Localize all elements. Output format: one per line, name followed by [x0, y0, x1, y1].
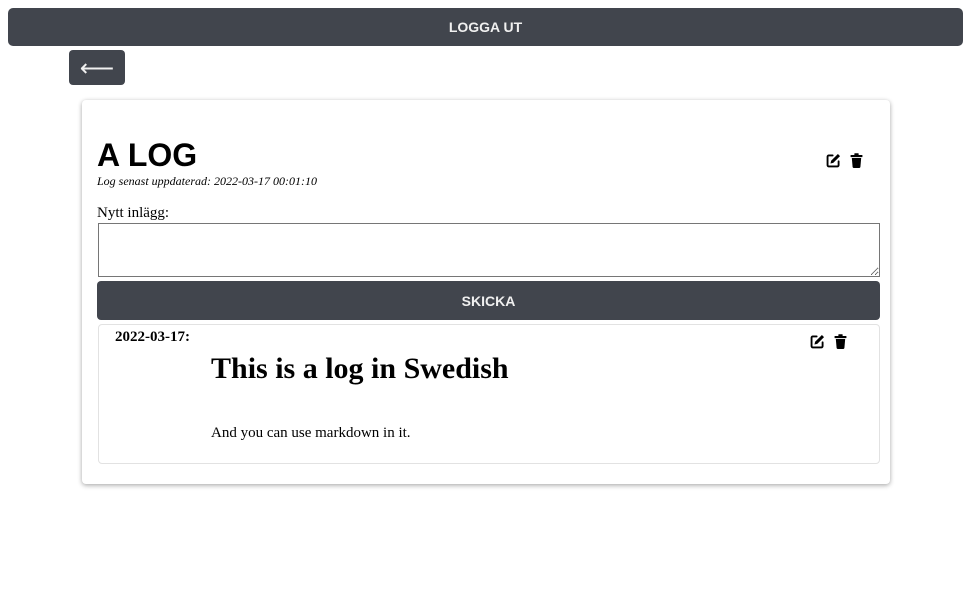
edit-entry-button[interactable] [808, 332, 826, 350]
entry-heading: This is a log in Swedish [211, 352, 509, 385]
delete-log-button[interactable] [847, 151, 865, 169]
entry-body-text: And you can use markdown in it. [211, 425, 411, 441]
edit-log-button[interactable] [824, 151, 842, 169]
edit-icon [810, 334, 824, 348]
back-arrow-icon: ⟵ [79, 53, 115, 82]
new-entry-label: Nytt inlägg: [97, 205, 170, 221]
entry-date: 2022-03-17: [115, 329, 190, 345]
edit-icon [826, 153, 840, 167]
log-card: A LOG Log senast uppdaterad: 2022-03-17 … [82, 100, 890, 484]
back-button[interactable]: ⟵ [69, 50, 125, 85]
new-entry-textarea[interactable] [98, 223, 880, 277]
logout-button[interactable]: LOGGA UT [8, 8, 963, 46]
log-entry: 2022-03-17: This is a log in Swedish And… [98, 324, 880, 464]
log-title: A LOG [97, 137, 198, 173]
log-updated-timestamp: Log senast uppdaterad: 2022-03-17 00:01:… [97, 174, 317, 188]
trash-icon [834, 333, 846, 349]
send-button[interactable]: SKICKA [97, 281, 880, 320]
delete-entry-button[interactable] [831, 332, 849, 350]
trash-icon [850, 152, 862, 168]
